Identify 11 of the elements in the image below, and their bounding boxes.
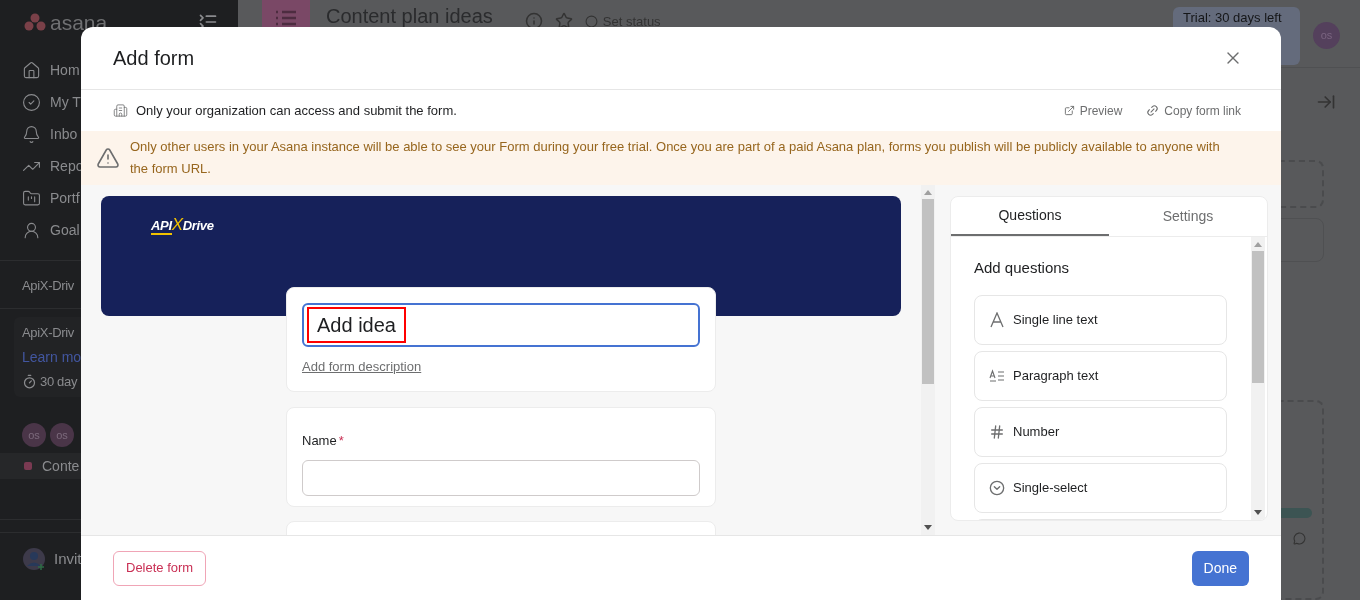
question-label: Name — [302, 433, 337, 448]
banner-logo: APIXDrive — [151, 218, 214, 233]
trial-days: 30 day — [40, 371, 78, 391]
warning-text: Only other users in your Asana instance will be able to see your Form during your free trial. Once you are part of a paid Asana plan, forms you publish will be publicly available to anyone with the form URL. — [130, 138, 1221, 178]
trial-card-title: ApiX-Driv — [22, 324, 75, 342]
add-questions-heading: Add questions — [974, 258, 1071, 278]
required-asterisk: * — [338, 433, 344, 448]
team-title: ApiX-Driv — [22, 278, 74, 293]
access-note: Only your organization can access and submit the form. — [136, 101, 457, 120]
form-title-text: Add idea — [307, 307, 406, 343]
modal-title: Add form — [113, 46, 195, 71]
